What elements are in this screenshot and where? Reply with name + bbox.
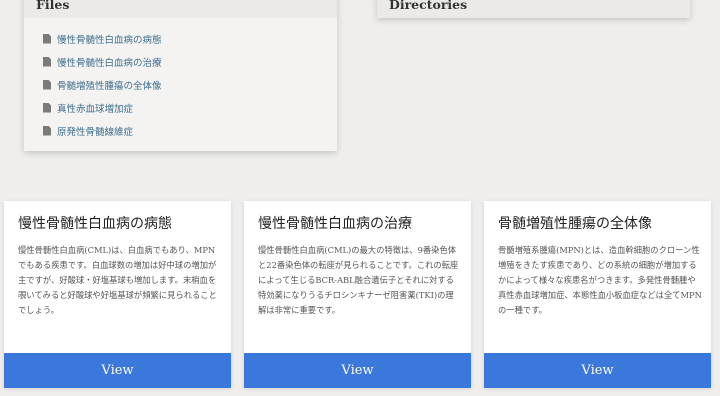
card-text: 骨髄増殖系腫瘍(MPN)とは、造血幹細胞のクローン性増殖をきたす疾患であり、どの… [498, 245, 702, 315]
file-item[interactable]: 慢性骨髄性白血病の病態 [24, 27, 337, 50]
file-icon [43, 33, 51, 44]
card-text: 慢性骨髄性白血病(CML)は、白血病でもあり、MPNでもある疾患です。白血球数の… [18, 245, 217, 315]
file-list: 慢性骨髄性白血病の病態 慢性骨髄性白血病の治療 骨髄増殖性腫瘍の全体像 真性赤血… [24, 18, 337, 142]
file-item[interactable]: 真性赤血球増加症 [24, 96, 337, 119]
file-link[interactable]: 原発性骨髄線維症 [57, 124, 133, 138]
file-item[interactable]: 原発性骨髄線維症 [24, 119, 337, 142]
file-link[interactable]: 骨髄増殖性腫瘍の全体像 [57, 78, 162, 92]
view-button[interactable]: View [244, 353, 471, 388]
files-heading: Files [24, 0, 337, 18]
card-cml-treatment: 慢性骨髄性白血病の治療 慢性骨髄性白血病(CML)の最大の特徴は、9番染色体と2… [244, 201, 471, 388]
card-mpn-overview: 骨髄増殖性腫瘍の全体像 骨髄増殖系腫瘍(MPN)とは、造血幹細胞のクローン性増殖… [484, 201, 711, 388]
card-title: 慢性骨髄性白血病の治療 [258, 216, 412, 232]
card-title: 慢性骨髄性白血病の病態 [18, 216, 172, 232]
view-button[interactable]: View [484, 353, 711, 388]
directories-panel: Directories [377, 0, 690, 18]
file-link[interactable]: 慢性骨髄性白血病の病態 [57, 32, 162, 46]
files-panel: Files 慢性骨髄性白血病の病態 慢性骨髄性白血病の治療 骨髄増殖性腫瘍の全体… [24, 0, 337, 151]
file-icon [43, 79, 51, 90]
file-icon [43, 102, 51, 113]
file-item[interactable]: 慢性骨髄性白血病の治療 [24, 50, 337, 73]
card-title: 骨髄増殖性腫瘍の全体像 [498, 216, 652, 232]
file-item[interactable]: 骨髄増殖性腫瘍の全体像 [24, 73, 337, 96]
file-link[interactable]: 慢性骨髄性白血病の治療 [57, 55, 162, 69]
directories-heading: Directories [377, 0, 690, 18]
file-icon [43, 56, 51, 67]
view-button[interactable]: View [4, 353, 231, 388]
card-text: 慢性骨髄性白血病(CML)の最大の特徴は、9番染色体と22番染色体の転座が見られ… [258, 245, 459, 315]
file-link[interactable]: 真性赤血球増加症 [57, 101, 133, 115]
file-icon [43, 125, 51, 136]
card-cml-pathology: 慢性骨髄性白血病の病態 慢性骨髄性白血病(CML)は、白血病でもあり、MPNでも… [4, 201, 231, 388]
